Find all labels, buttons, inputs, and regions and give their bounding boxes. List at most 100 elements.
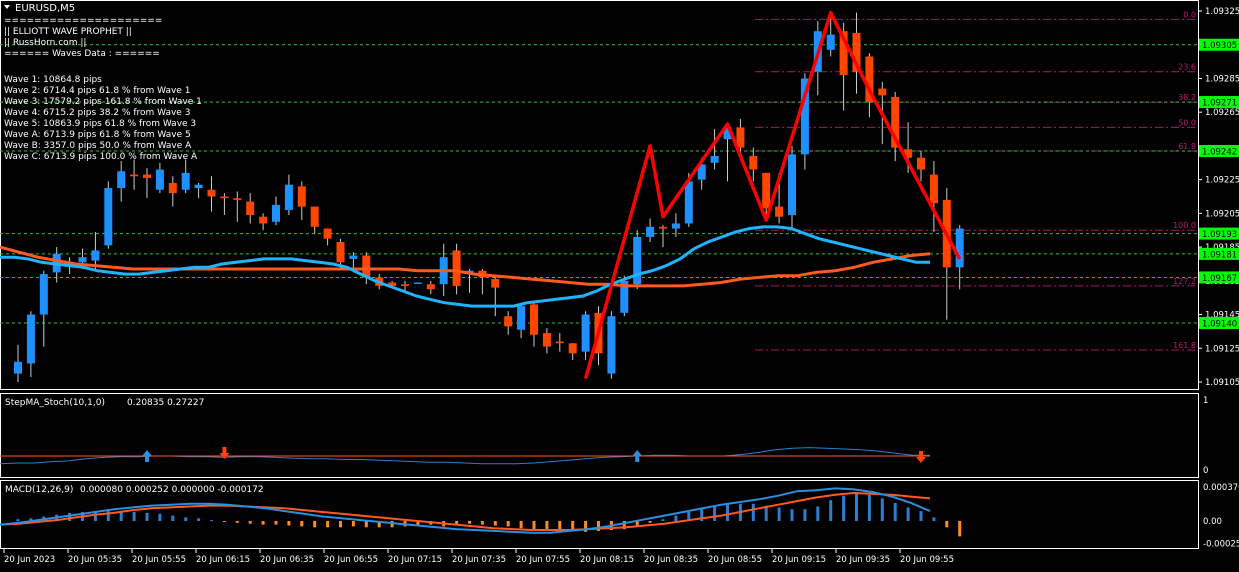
time-tick-label: 20 Jun 07:35 [452, 555, 506, 565]
bull-candle [710, 156, 719, 163]
bear-candle [555, 341, 564, 344]
bull-candle [671, 223, 680, 229]
macd-bar [842, 495, 846, 521]
green-price-tag-text: 1.09242 [1202, 147, 1237, 157]
bear-candle [401, 284, 409, 286]
macd-bar [893, 502, 897, 521]
bull-candle [14, 361, 22, 374]
fib-label: 127.2 [1173, 277, 1196, 286]
macd-bar [132, 511, 136, 521]
green-price-tag-text: 1.09271 [1202, 99, 1237, 109]
bull-candle [155, 169, 164, 190]
stoch-tick-label: 1 [1203, 396, 1208, 406]
time-tick-label: 20 Jun 09:15 [772, 555, 826, 565]
macd-bar [506, 521, 510, 527]
macd-bar [867, 494, 871, 521]
bull-candle [684, 181, 693, 224]
fib-label: 161.8 [1173, 341, 1196, 350]
time-tick-label: 20 Jun 09:55 [900, 555, 954, 565]
macd-bar [171, 515, 175, 521]
macd-bar [468, 521, 471, 524]
bear-candle [259, 216, 268, 224]
bear-candle [762, 172, 771, 209]
macd-bar [713, 506, 717, 521]
macd-bar [287, 521, 291, 526]
symbol-label: EURUSD,M5 [15, 3, 75, 14]
macd-bar [145, 512, 149, 521]
macd-bar [313, 521, 317, 528]
bear-candle [878, 88, 887, 96]
macd-bar [326, 521, 330, 528]
green-price-tag-text: 1.09193 [1202, 230, 1237, 240]
green-price-tag-text: 1.09181 [1202, 250, 1237, 260]
bull-candle [607, 316, 616, 374]
macd-bar [545, 521, 549, 531]
price-tick-label: 1.09325 [1205, 7, 1239, 17]
time-tick-label: 20 Jun 07:15 [388, 555, 442, 565]
bull-candle [181, 172, 190, 190]
bear-candle [233, 198, 242, 200]
time-tick-label: 20 Jun 05:35 [68, 555, 122, 565]
fib-label: 100.0 [1173, 221, 1196, 230]
macd-bar [248, 521, 252, 524]
bull-candle [955, 228, 964, 268]
macd-bar [932, 517, 936, 521]
time-tick-label: 20 Jun 07:55 [516, 555, 570, 565]
macd-bar [880, 498, 884, 521]
macd-bar [803, 509, 807, 521]
macd-bar [532, 521, 536, 530]
time-tick-label: 20 Jun 05:55 [132, 555, 186, 565]
macd-bar [493, 521, 497, 526]
macd-bar [829, 500, 833, 521]
price-tick-label: 1.09125 [1205, 344, 1239, 354]
price-tick-label: 1.09225 [1205, 176, 1239, 186]
macd-bar [339, 521, 342, 528]
macd-bar [235, 521, 239, 523]
macd-bar [222, 521, 226, 522]
macd-bar [945, 521, 949, 528]
bear-candle [659, 226, 667, 229]
info-header-line: || RussHorn.com || [4, 38, 86, 48]
macd-bar [261, 521, 265, 525]
green-price-tag-text: 1.09140 [1202, 319, 1237, 329]
time-tick-label: 20 Jun 06:15 [196, 555, 250, 565]
bear-candle [297, 186, 306, 207]
macd-bar [661, 519, 665, 521]
bull-candle [349, 255, 358, 259]
wave-data-line: Wave 2: 6714.4 pips 61.8 % from Wave 1 [4, 86, 190, 96]
bear-candle [426, 284, 435, 290]
macd-bar [364, 521, 368, 528]
info-header-line: || ELLIOTT WAVE PROPHET || [4, 27, 132, 37]
fib-label: 38.2 [1178, 93, 1196, 102]
macd-bar [197, 518, 201, 521]
bull-candle [39, 274, 48, 315]
macd-tick-label: 0.00 [1203, 517, 1222, 527]
info-header-line: ===================== [4, 16, 162, 26]
wave-data-line: Wave C: 6713.9 pips 100.0 % from Wave A [4, 152, 198, 162]
bull-candle [272, 204, 280, 222]
price-tick-label: 1.09285 [1205, 74, 1239, 84]
macd-values: 0.000080 0.000252 0.000000 -0.000172 [80, 485, 264, 495]
macd-bar [300, 521, 304, 527]
fib-label: 0.0 [1183, 10, 1196, 19]
bull-candle [26, 314, 35, 364]
stoch-values: 0.20835 0.27227 [127, 398, 204, 408]
macd-bar [919, 511, 923, 521]
macd-bar [726, 504, 729, 521]
bear-candle [452, 250, 461, 286]
bear-candle [220, 196, 229, 199]
time-tick-label: 20 Jun 2023 [4, 555, 55, 565]
trading-terminal-chart[interactable]: 0.0 23.6 38.2 50.0 61.8 100.0 127.2 161.8 1.093… [0, 0, 1239, 572]
symbol-header[interactable]: EURUSD,M5 [4, 3, 75, 14]
wave-data-line: Wave B: 3357.0 pips 50.0 % from Wave A [4, 141, 192, 151]
bull-candle [646, 226, 655, 237]
green-price-tag-text: 1.09167 [1202, 274, 1237, 284]
macd-bar [68, 512, 72, 521]
macd-bar [958, 521, 962, 537]
bull-candle [117, 171, 126, 189]
macd-bar [816, 506, 820, 521]
macd-bar [751, 503, 755, 521]
wave-data-line: Wave 4: 6715.2 pips 38.2 % from Wave 3 [4, 108, 190, 118]
bear-candle [775, 206, 784, 217]
time-tick-label: 20 Jun 06:55 [324, 555, 378, 565]
